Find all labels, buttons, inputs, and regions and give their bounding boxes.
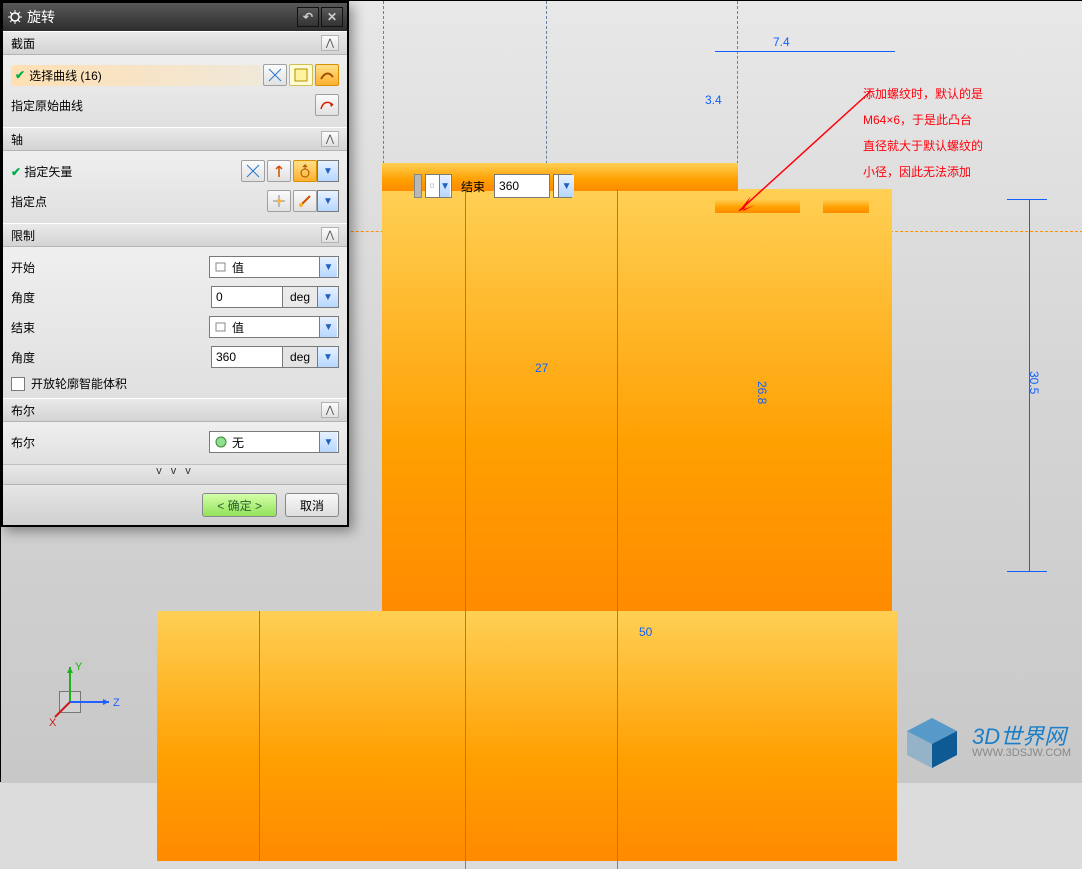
dialog-title: 旋转 [27,3,295,31]
drag-handle-icon[interactable] [414,174,422,198]
end-label: 结束 [11,319,209,336]
chevron-up-icon[interactable]: ⋀ [321,227,339,243]
chevron-up-icon[interactable]: ⋀ [321,402,339,418]
end-combo[interactable]: 值▼ [209,316,339,338]
undo-button[interactable]: ↶ [297,7,319,27]
boolean-label: 布尔 [11,434,209,451]
chevron-up-icon[interactable]: ⋀ [321,35,339,51]
end-angle-input[interactable] [211,346,283,368]
point-pick-button[interactable] [267,190,291,212]
close-button[interactable]: ✕ [321,7,343,27]
dialog-titlebar[interactable]: 旋转 ↶ ✕ [3,3,347,31]
checkbox-icon[interactable] [11,377,25,391]
unit-label: deg [283,286,317,308]
section-header-axis[interactable]: 轴 ⋀ [3,127,347,151]
point-label: 指定点 [11,193,265,210]
float-label: 结束 [455,178,491,195]
orig-curve-button[interactable] [315,94,339,116]
dim-27: 27 [535,361,548,375]
dim-50: 50 [639,625,652,639]
ok-button[interactable]: < 确定 > [202,493,277,517]
more-chevron-icon[interactable]: v v v [3,464,347,484]
boolean-combo[interactable]: 无▼ [209,431,339,453]
gear-icon [7,9,23,25]
vector-auto-button[interactable] [293,160,317,182]
start-combo[interactable]: 值▼ [209,256,339,278]
curve-icon-button[interactable] [315,64,339,86]
vector-flip-button[interactable] [241,160,265,182]
vector-label: ✔ 指定矢量 [11,163,239,180]
dim-3-4: 3.4 [705,93,722,107]
check-icon: ✔ [15,68,25,82]
floating-end-input[interactable]: ▼ 结束 ▼ [414,174,572,198]
open-profile-checkbox-row[interactable]: 开放轮廓智能体积 [11,375,339,392]
vector-dropdown[interactable]: ▼ [317,160,339,182]
annotation-text: 添加螺纹时，默认的是 M64×6，于是此凸台 直径就大于默认螺纹的 小径，因此无… [863,81,1073,185]
pick-curve-label[interactable]: ✔ 选择曲线 (16) [11,65,261,86]
section-header-section[interactable]: 截面 ⋀ [3,31,347,55]
start-label: 开始 [11,259,209,276]
start-angle-label: 角度 [11,289,211,306]
end-angle-stepper[interactable]: ▼ [317,346,339,368]
point-snap-button[interactable] [293,190,317,212]
revolve-dialog: 旋转 ↶ ✕ 截面 ⋀ ✔ 选择曲线 (16) 指定原始曲线 轴 ⋀ ✔ 指定矢… [1,1,349,527]
dialog-footer: < 确定 > 取消 [3,484,347,525]
vector-pick-button[interactable] [267,160,291,182]
point-dropdown[interactable]: ▼ [317,190,339,212]
sketch-icon-button[interactable] [263,64,287,86]
start-angle-input[interactable] [211,286,283,308]
dim-7-4: 7.4 [773,35,790,49]
start-angle-stepper[interactable]: ▼ [317,286,339,308]
float-stepper[interactable]: ▼ [553,174,572,198]
coord-system-icon: Y Z X [49,661,129,741]
section-header-boolean[interactable]: 布尔 ⋀ [3,398,347,422]
section-header-limits[interactable]: 限制 ⋀ [3,223,347,247]
chevron-up-icon[interactable]: ⋀ [321,131,339,147]
watermark-logo: 3D世界网 WWW.3DSJW.COM [902,713,1071,773]
cancel-button[interactable]: 取消 [285,493,339,517]
float-mode-combo[interactable]: ▼ [425,174,452,198]
unit-label: deg [283,346,317,368]
region-icon-button[interactable] [289,64,313,86]
end-angle-label: 角度 [11,349,211,366]
orig-curve-label: 指定原始曲线 [11,97,313,114]
float-value-input[interactable] [494,174,550,198]
dim-26-8: 26.8 [755,381,769,404]
